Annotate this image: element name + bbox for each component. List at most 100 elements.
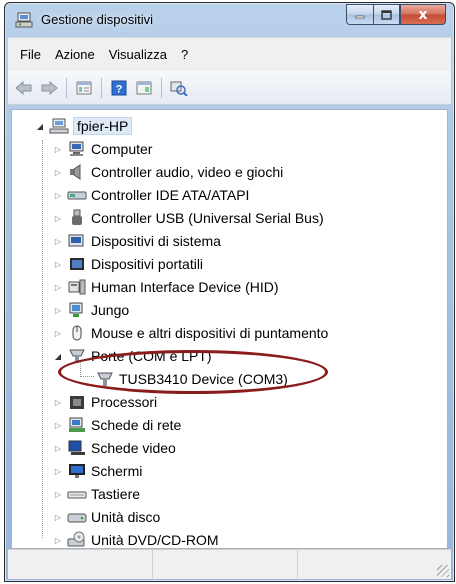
- expand-arrow-icon[interactable]: ▷: [52, 306, 64, 315]
- title-bar[interactable]: Gestione dispositivi x: [5, 3, 454, 37]
- tree-category-item[interactable]: ▷ Jungo: [52, 299, 129, 321]
- tree-category-item[interactable]: ▷ Dispositivi portatili: [52, 253, 203, 275]
- expand-arrow-icon[interactable]: ▷: [52, 513, 64, 522]
- tree-item-label: Unità disco: [91, 509, 161, 525]
- toolbar: ?: [8, 71, 451, 105]
- tree-category-item[interactable]: ▷ Dispositivi di sistema: [52, 230, 221, 252]
- device-tree[interactable]: ◢ fpier-HP ▷ Computer ▷ Controller audio, v…: [11, 109, 448, 549]
- tree-category-item[interactable]: ▷ Human Interface Device (HID): [52, 276, 279, 298]
- properties-button[interactable]: [74, 78, 94, 98]
- expand-arrow-icon[interactable]: ▷: [52, 490, 64, 499]
- expand-arrow-icon[interactable]: ▷: [52, 283, 64, 292]
- network-card-icon: [69, 417, 85, 432]
- help-button[interactable]: ?: [109, 78, 129, 98]
- menu-visualizza[interactable]: Visualizza: [102, 47, 174, 62]
- expand-arrow-icon[interactable]: ▷: [52, 237, 64, 246]
- port-icon: [97, 372, 113, 386]
- maximize-icon: [381, 9, 392, 20]
- menu-azione[interactable]: Azione: [48, 47, 102, 62]
- tree-category-item[interactable]: ▷ Computer: [52, 138, 153, 160]
- status-cell: [298, 550, 451, 579]
- status-bar: [8, 549, 451, 579]
- expand-arrow-icon[interactable]: ▷: [52, 421, 64, 430]
- tree-category-item[interactable]: ▷ Controller USB (Universal Serial Bus): [52, 207, 324, 229]
- caption-buttons: x: [346, 4, 446, 26]
- tree-item-label: Controller audio, video e giochi: [91, 164, 284, 180]
- toolbar-separator: [101, 77, 102, 98]
- tree-category-item[interactable]: ▷ Mouse e altri dispositivi di puntamento: [52, 322, 328, 344]
- disk-drive-icon: [67, 513, 87, 523]
- expand-arrow-icon[interactable]: ▷: [52, 191, 64, 200]
- port-icon: [69, 349, 85, 363]
- expand-arrow-icon[interactable]: ▷: [52, 214, 64, 223]
- tree-category-item[interactable]: ▷ Controller audio, video e giochi: [52, 161, 283, 183]
- tree-category-item[interactable]: ▷ Schermi: [52, 460, 142, 482]
- toolbar-separator: [66, 77, 67, 98]
- tree-item-label: Schede video: [91, 440, 176, 456]
- close-icon: x: [418, 6, 428, 23]
- tree-root[interactable]: ◢ fpier-HP: [34, 115, 133, 137]
- view-icon: [136, 81, 152, 94]
- tree-item-label: Human Interface Device (HID): [91, 279, 279, 295]
- processor-icon: [70, 396, 84, 409]
- collapse-arrow-icon[interactable]: ◢: [52, 352, 64, 361]
- expand-arrow-icon[interactable]: ▷: [52, 444, 64, 453]
- menu-help[interactable]: ?: [174, 47, 195, 62]
- expand-arrow-icon[interactable]: ▷: [52, 145, 64, 154]
- speaker-icon: [70, 164, 81, 180]
- tree-item-label: Porte (COM e LPT): [91, 348, 212, 364]
- status-cell: [8, 550, 153, 579]
- tree-item-label: Controller IDE ATA/ATAPI: [91, 187, 250, 203]
- forward-button[interactable]: [39, 78, 59, 98]
- expand-arrow-icon[interactable]: ▷: [52, 260, 64, 269]
- tree-item-label: Dispositivi di sistema: [91, 233, 221, 249]
- tree-category-item[interactable]: ▷ Schede di rete: [52, 414, 181, 436]
- tree-child-item[interactable]: TUSB3410 Device (COM3): [86, 368, 288, 390]
- tree-item-label: Tastiere: [91, 486, 141, 502]
- system-device-icon: [68, 234, 84, 247]
- computer-network-icon: [49, 118, 69, 134]
- view-button[interactable]: [134, 78, 154, 98]
- tree-item-label: Mouse e altri dispositivi di puntamento: [91, 325, 329, 341]
- tree-category-item[interactable]: ▷ Unità DVD/CD-ROM: [52, 529, 219, 551]
- properties-icon: [76, 81, 92, 94]
- resize-grip[interactable]: [437, 565, 449, 577]
- minimize-icon: [355, 15, 365, 18]
- expand-arrow-icon[interactable]: ▷: [52, 536, 64, 545]
- keyboard-icon: [67, 491, 87, 499]
- tree-item-label: TUSB3410 Device (COM3): [119, 371, 288, 387]
- back-button[interactable]: [14, 78, 34, 98]
- expand-arrow-icon[interactable]: ▷: [52, 329, 64, 338]
- maximize-button[interactable]: [373, 4, 400, 25]
- device-manager-icon: [15, 12, 33, 28]
- ide-controller-icon: [67, 191, 87, 200]
- menu-bar: File Azione Visualizza ?: [8, 37, 451, 71]
- tree-category-item[interactable]: ▷ Processori: [52, 391, 157, 413]
- mouse-icon: [72, 325, 82, 341]
- tree-category-item[interactable]: ▷ Schede video: [52, 437, 176, 459]
- close-button[interactable]: x: [400, 4, 446, 25]
- tree-item-label: Schede di rete: [91, 417, 182, 433]
- toolbar-separator: [161, 77, 162, 98]
- tree-category-item[interactable]: ◢ Porte (COM e LPT): [52, 345, 212, 367]
- status-cell: [153, 550, 298, 579]
- tree-category-item[interactable]: ▷ Unità disco: [52, 506, 160, 528]
- svg-text:?: ?: [116, 83, 123, 95]
- expand-arrow-icon[interactable]: ▷: [52, 168, 64, 177]
- portable-device-icon: [70, 258, 84, 270]
- tree-category-item[interactable]: ▷ Tastiere: [52, 483, 140, 505]
- forward-arrow-icon: [41, 80, 58, 95]
- tree-item-label: Computer: [91, 141, 153, 157]
- hid-icon: [68, 279, 86, 295]
- expand-arrow-icon[interactable]: ▷: [52, 398, 64, 407]
- usb-icon: [72, 209, 82, 225]
- expand-arrow-icon[interactable]: ▷: [52, 467, 64, 476]
- tree-item-label: Controller USB (Universal Serial Bus): [91, 210, 324, 226]
- expand-triangle-icon[interactable]: ◢: [34, 122, 46, 131]
- minimize-button[interactable]: [346, 4, 373, 25]
- tree-item-label: Schermi: [91, 463, 143, 479]
- scan-hardware-button[interactable]: [169, 78, 189, 98]
- menu-file[interactable]: File: [13, 47, 48, 62]
- device-manager-window: Gestione dispositivi x File Azione Visua…: [4, 2, 455, 582]
- tree-category-item[interactable]: ▷ Controller IDE ATA/ATAPI: [52, 184, 250, 206]
